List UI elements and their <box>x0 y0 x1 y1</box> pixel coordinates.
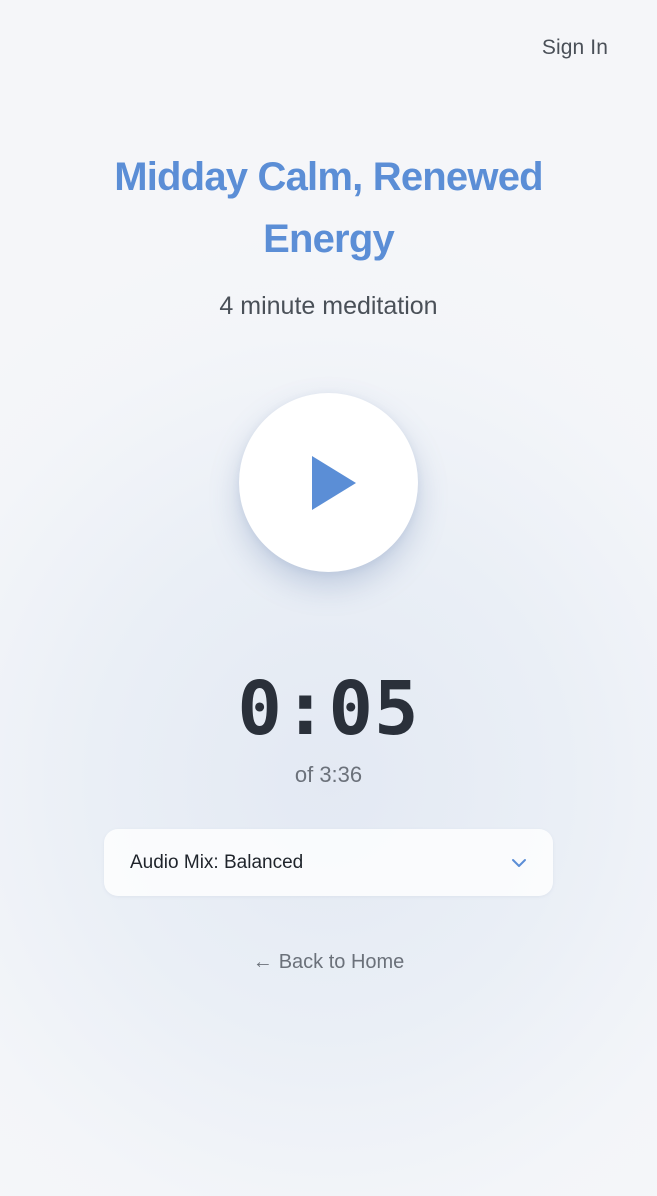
session-duration-subtitle: 4 minute meditation <box>219 292 438 320</box>
elapsed-time: 0:05 <box>237 666 420 752</box>
play-button[interactable] <box>239 393 418 572</box>
audio-mix-label: Audio Mix: Balanced <box>130 851 304 873</box>
session-title: Midday Calm, Renewed Energy <box>114 155 543 261</box>
total-duration: of 3:36 <box>294 762 363 787</box>
back-to-home-link[interactable]: ← Back to Home <box>0 951 657 974</box>
chevron-down-icon <box>512 858 526 867</box>
play-icon <box>311 455 356 510</box>
meditation-player-page: Sign In Midday Calm, Renewed Energy 4 mi… <box>0 0 657 1196</box>
audio-mix-select[interactable]: Audio Mix: Balanced <box>104 829 553 896</box>
sign-in-link[interactable]: Sign In <box>542 36 608 60</box>
back-to-home-label: Back to Home <box>278 951 405 973</box>
arrow-left-icon: ← <box>252 951 273 973</box>
